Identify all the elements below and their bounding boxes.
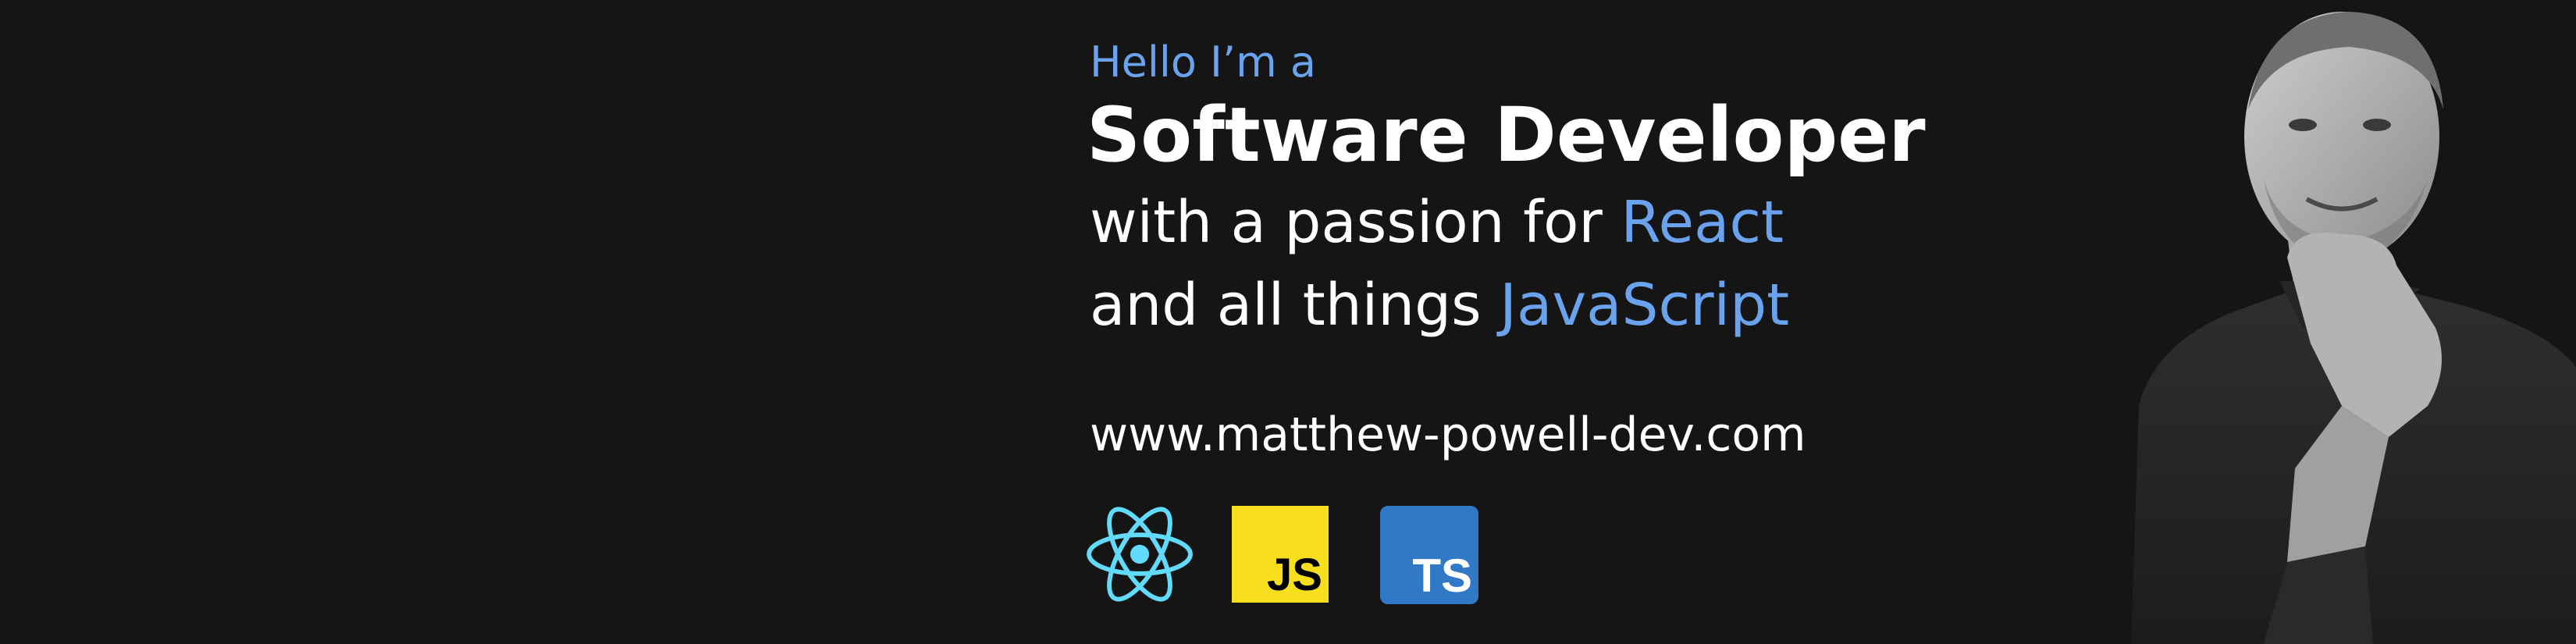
- tagline: with a passion for React and all things …: [1090, 181, 1789, 347]
- tagline-line-1-text: with a passion for: [1090, 189, 1621, 256]
- typescript-logo-icon: TS: [1380, 506, 1478, 604]
- tagline-react-highlight: React: [1621, 189, 1784, 256]
- javascript-logo-label: JS: [1267, 550, 1322, 600]
- profile-banner: Hello I’m a Software Developer with a pa…: [0, 0, 2576, 644]
- website-link[interactable]: www.matthew-powell-dev.com: [1090, 400, 1806, 470]
- person-portrait-photo: [2131, 12, 2576, 644]
- tagline-javascript-highlight: JavaScript: [1500, 272, 1790, 339]
- javascript-logo-icon: JS: [1232, 506, 1329, 603]
- tagline-line-2-text: and all things: [1090, 272, 1500, 339]
- typescript-logo-label: TS: [1412, 550, 1472, 602]
- tagline-line-1: with a passion for React: [1090, 181, 1789, 264]
- tagline-line-2: and all things JavaScript: [1090, 264, 1789, 347]
- react-atom-icon: [1087, 507, 1193, 602]
- headline: Software Developer: [1087, 91, 1926, 179]
